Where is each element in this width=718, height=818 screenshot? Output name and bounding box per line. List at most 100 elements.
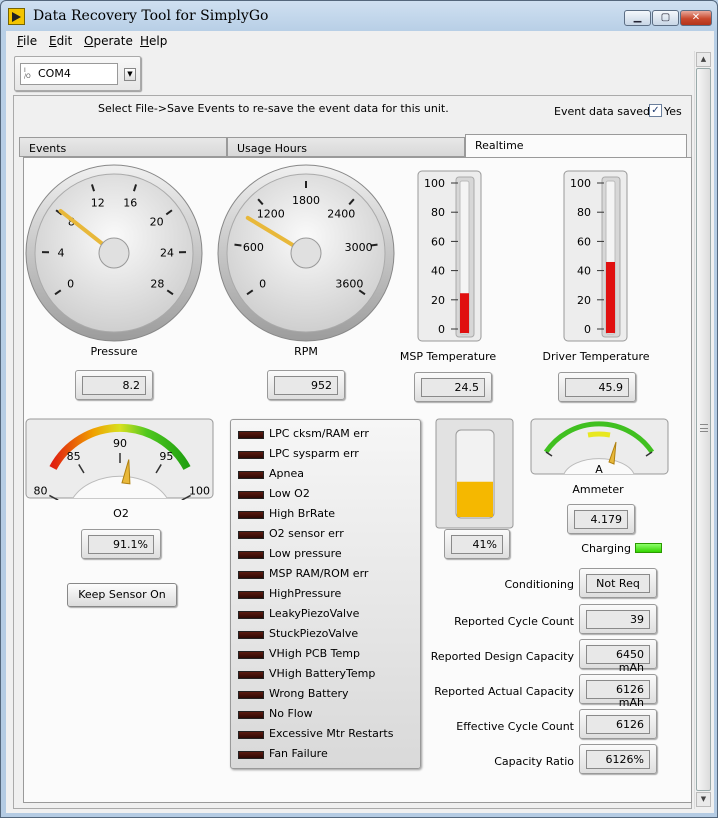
menu-help-label: elp	[149, 34, 168, 48]
alarm-label: High BrRate	[269, 507, 336, 520]
event-saved-checkbox[interactable]: ✓	[649, 104, 662, 117]
pressure-gauge-tick-label: 0	[67, 277, 74, 290]
menu-file[interactable]: File	[17, 34, 37, 48]
msp-temperature-value: 24.5	[421, 378, 485, 397]
msp-thermo-fill	[460, 293, 469, 333]
tank-indicator: 41%	[444, 529, 510, 559]
menu-help-accel: H	[140, 34, 150, 48]
conditioning-value: Not Req	[586, 574, 650, 593]
driver-thermometer-tick-label: 0	[584, 323, 591, 336]
o2-tick-label: 80	[34, 485, 48, 498]
alarm-led	[238, 751, 264, 759]
menu-bar: File Edit Operate Help	[6, 31, 714, 51]
alarm-label: O2 sensor err	[269, 527, 344, 540]
alarm-label: Apnea	[269, 467, 304, 480]
ammeter-value: 4.179	[574, 510, 628, 529]
alarm-label: LPC sysparm err	[269, 447, 359, 460]
io-resource-icon: I/O	[24, 67, 31, 80]
msp-thermometer-tick-label: 40	[431, 265, 445, 278]
alarm-led	[238, 711, 264, 719]
alarm-label: Low pressure	[269, 547, 342, 560]
rpm-label: RPM	[294, 345, 318, 358]
tank-fill	[457, 481, 493, 517]
labview-app-icon	[8, 8, 25, 25]
charging-label: Charging	[581, 542, 631, 555]
alarm-label: MSP RAM/ROM err	[269, 567, 369, 580]
driver-thermo-fill	[606, 261, 615, 333]
chevron-down-icon[interactable]: ▼	[124, 68, 136, 81]
alarm-label: Low O2	[269, 487, 310, 500]
title-bar[interactable]: Data Recovery Tool for SimplyGo ▁ ▢ ✕	[1, 1, 717, 31]
battery-tank	[435, 418, 514, 529]
ammeter-unit: A	[595, 463, 603, 476]
tab-realtime[interactable]: Realtime	[465, 134, 687, 157]
rpm-gauge-tick-label: 1800	[292, 194, 320, 207]
alarm-led	[238, 731, 264, 739]
minimize-button[interactable]: ▁	[624, 10, 651, 26]
reported-design-capacity-value: 6450 mAh	[586, 645, 650, 674]
reported-actual-capacity-label: Reported Actual Capacity	[434, 685, 574, 698]
app-window: Data Recovery Tool for SimplyGo ▁ ▢ ✕ Fi…	[0, 0, 718, 818]
pressure-gauge-tick-label: 28	[150, 277, 164, 290]
alarm-led	[238, 531, 264, 539]
driver-thermometer-tick-label: 100	[570, 177, 591, 190]
reported-design-capacity-label: Reported Design Capacity	[430, 650, 574, 663]
vertical-scrollbar[interactable]: ▲ ▼	[694, 51, 711, 809]
keep-sensor-on-button[interactable]: Keep Sensor On	[67, 583, 177, 607]
rpm-hub	[290, 237, 322, 269]
driver-thermometer-tick-label: 80	[577, 206, 591, 219]
o2-tick-label: 95	[159, 450, 173, 463]
client-area: I/O COM4 ▼ Select File->Save Events to r…	[6, 51, 714, 813]
effective-cycle-count-value: 6126	[586, 715, 650, 734]
charging-led	[635, 543, 662, 553]
msp-thermometer: 100 80 60 40 20 0	[417, 170, 482, 342]
maximize-button[interactable]: ▢	[652, 10, 679, 26]
menu-edit[interactable]: Edit	[49, 34, 72, 48]
alarm-label: StuckPiezoValve	[269, 627, 359, 640]
pressure-indicator: 8.2	[75, 370, 153, 400]
scroll-up-icon[interactable]: ▲	[696, 52, 711, 67]
rpm-gauge-tick-label: 1200	[257, 207, 285, 220]
tab-usage-hours[interactable]: Usage Hours	[227, 137, 465, 157]
reported-design-capacity-indicator: 6450 mAh	[579, 639, 657, 674]
alarm-label: Excessive Mtr Restarts	[269, 727, 394, 740]
com-port-select[interactable]: I/O COM4	[20, 63, 118, 85]
alarm-led	[238, 631, 264, 639]
scroll-thumb[interactable]	[696, 68, 711, 791]
alarm-led	[238, 551, 264, 559]
o2-value: 91.1%	[88, 535, 154, 554]
alarm-label: VHigh PCB Temp	[269, 647, 360, 660]
rpm-gauge-tick	[234, 243, 242, 247]
o2-tick-label: 90	[113, 437, 127, 450]
capacity-ratio-indicator: 6126%	[579, 744, 657, 774]
pressure-label: Pressure	[90, 345, 138, 358]
o2-indicator: 91.1%	[81, 529, 161, 559]
rpm-gauge: 0 600 1200 1800 2400 3000 3600	[217, 164, 395, 342]
event-saved-yes-label: Yes	[664, 105, 682, 118]
menu-help[interactable]: Help	[140, 34, 167, 48]
reported-actual-capacity-indicator: 6126 mAh	[579, 674, 657, 709]
alarm-led	[238, 491, 264, 499]
capacity-ratio-label: Capacity Ratio	[494, 755, 574, 768]
o2-label: O2	[113, 507, 129, 520]
scroll-down-icon[interactable]: ▼	[696, 792, 711, 807]
driver-thermometer-tick-label: 60	[577, 235, 591, 248]
alarm-led	[238, 451, 264, 459]
pressure-gauge-tick-label: 20	[150, 216, 164, 229]
alarm-led	[238, 471, 264, 479]
close-button[interactable]: ✕	[680, 10, 712, 26]
driver-thermometer-tick-label: 40	[577, 265, 591, 278]
tank-value: 41%	[451, 535, 503, 554]
menu-edit-accel: E	[49, 34, 57, 48]
alarm-led	[238, 431, 264, 439]
pressure-gauge: 04812 16202428	[25, 164, 203, 342]
reported-actual-capacity-value: 6126 mAh	[586, 680, 650, 709]
alarm-led	[238, 611, 264, 619]
msp-temperature-indicator: 24.5	[414, 372, 492, 402]
alarm-led	[238, 511, 264, 519]
tab-events[interactable]: Events	[19, 137, 227, 157]
rpm-gauge-tick-label: 3600	[335, 277, 363, 290]
alarm-led	[238, 591, 264, 599]
menu-operate[interactable]: Operate	[84, 34, 133, 48]
menu-edit-label: dit	[56, 34, 73, 48]
